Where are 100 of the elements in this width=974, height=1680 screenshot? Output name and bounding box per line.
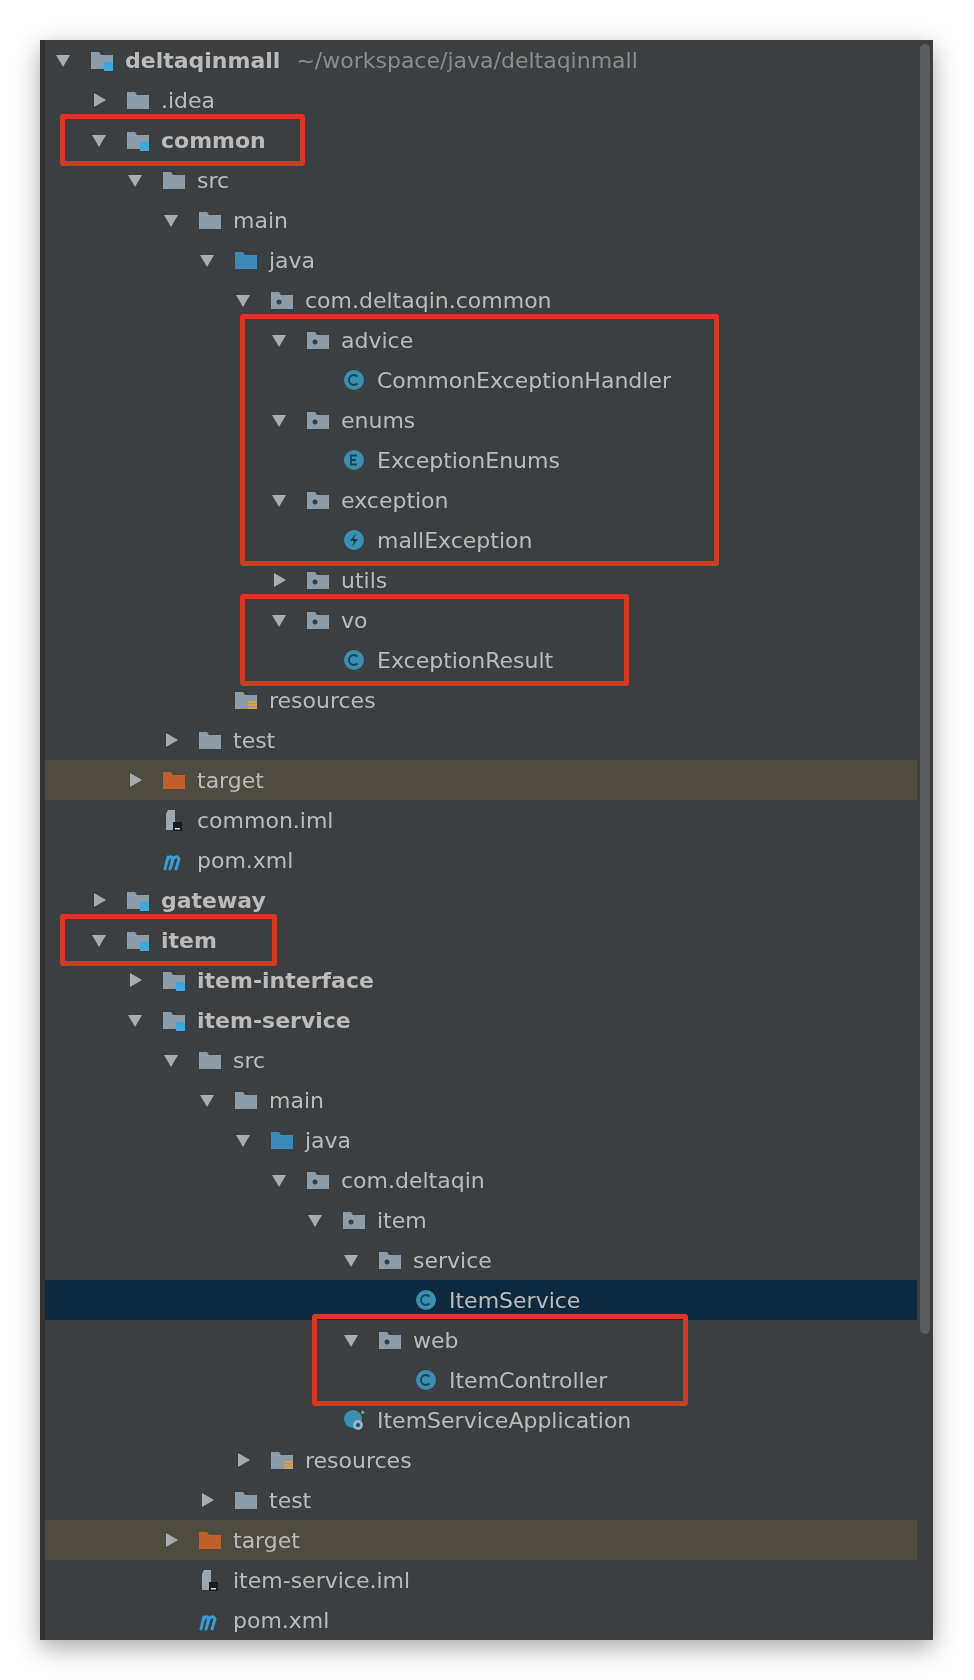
project-path: ~/workspace/java/deltaqinmall: [296, 47, 638, 73]
tree-item[interactable]: main: [45, 200, 917, 240]
tree-item[interactable]: item-service.iml: [45, 1560, 917, 1600]
lightning-icon: [342, 529, 366, 551]
folder-icon: [234, 249, 258, 271]
tree-item[interactable]: CommonExceptionHandler: [45, 360, 917, 400]
tree-item[interactable]: ItemController: [45, 1360, 917, 1400]
caret-right-icon[interactable]: [271, 572, 287, 588]
tree-item[interactable]: mallException: [45, 520, 917, 560]
tree-item[interactable]: exception: [45, 480, 917, 520]
caret-down-icon[interactable]: [199, 1092, 215, 1108]
package-folder-icon: [342, 1209, 366, 1231]
caret-down-icon[interactable]: [127, 1012, 143, 1028]
tree-item[interactable]: item-interface: [45, 960, 917, 1000]
caret-down-icon[interactable]: [235, 1132, 251, 1148]
tree-item[interactable]: ItemServiceApplication: [45, 1400, 917, 1440]
tree-item[interactable]: com.deltaqin.common: [45, 280, 917, 320]
tree-item[interactable]: src: [45, 160, 917, 200]
class-icon: [342, 649, 366, 671]
caret-right-icon[interactable]: [127, 972, 143, 988]
folder-icon: [234, 1489, 258, 1511]
caret-right-icon[interactable]: [91, 92, 107, 108]
tree-item[interactable]: ExceptionEnums: [45, 440, 917, 480]
tree-item[interactable]: common.iml: [45, 800, 917, 840]
tree-item[interactable]: src: [45, 1040, 917, 1080]
package-folder-icon: [378, 1249, 402, 1271]
folder-icon: [126, 89, 150, 111]
folder-icon: [198, 1049, 222, 1071]
tree-item[interactable]: ItemService: [45, 1280, 917, 1320]
tree-item[interactable]: advice: [45, 320, 917, 360]
tree-item[interactable]: web: [45, 1320, 917, 1360]
package-folder-icon: [306, 409, 330, 431]
caret-right-icon[interactable]: [127, 772, 143, 788]
tree-item[interactable]: utils: [45, 560, 917, 600]
caret-right-icon[interactable]: [199, 1492, 215, 1508]
folder-icon: [234, 1089, 258, 1111]
folder-icon: [198, 1529, 222, 1551]
module-folder-icon: [126, 889, 150, 911]
folder-icon: [162, 169, 186, 191]
tree-item[interactable]: main: [45, 1080, 917, 1120]
caret-down-icon[interactable]: [199, 252, 215, 268]
caret-down-icon[interactable]: [91, 132, 107, 148]
tree-item[interactable]: pom.xml: [45, 1600, 917, 1640]
caret-down-icon[interactable]: [343, 1252, 359, 1268]
module-folder-icon: [126, 129, 150, 151]
tree-item[interactable]: pom.xml: [45, 840, 917, 880]
tree-item[interactable]: java: [45, 240, 917, 280]
tree-item[interactable]: item: [45, 920, 917, 960]
tree-item[interactable]: service: [45, 1240, 917, 1280]
module-folder-icon: [162, 1009, 186, 1031]
caret-down-icon[interactable]: [163, 212, 179, 228]
tree-item[interactable]: common: [45, 120, 917, 160]
tree-item[interactable]: com.deltaqin: [45, 1160, 917, 1200]
package-folder-icon: [306, 489, 330, 511]
tree-item[interactable]: resources: [45, 680, 917, 720]
tree-item[interactable]: item: [45, 1200, 917, 1240]
tree-item[interactable]: test: [45, 1480, 917, 1520]
enum-icon: [342, 449, 366, 471]
caret-right-icon[interactable]: [163, 732, 179, 748]
caret-down-icon[interactable]: [91, 932, 107, 948]
tree-item[interactable]: target: [45, 1520, 917, 1560]
class-icon: [414, 1289, 438, 1311]
tree-item[interactable]: enums: [45, 400, 917, 440]
caret-down-icon[interactable]: [271, 1172, 287, 1188]
folder-icon: [270, 1129, 294, 1151]
caret-down-icon[interactable]: [127, 172, 143, 188]
resources-folder-icon: [234, 689, 258, 711]
class-icon: [342, 369, 366, 391]
package-folder-icon: [378, 1329, 402, 1351]
caret-down-icon[interactable]: [343, 1332, 359, 1348]
tree-item[interactable]: .idea: [45, 80, 917, 120]
package-folder-icon: [306, 329, 330, 351]
caret-down-icon[interactable]: [271, 332, 287, 348]
tree-item[interactable]: gateway: [45, 880, 917, 920]
caret-down-icon[interactable]: [235, 292, 251, 308]
caret-right-icon[interactable]: [91, 892, 107, 908]
caret-right-icon[interactable]: [235, 1452, 251, 1468]
package-folder-icon: [306, 609, 330, 631]
caret-down-icon[interactable]: [307, 1212, 323, 1228]
tree-item[interactable]: test: [45, 720, 917, 760]
tree-item[interactable]: vo: [45, 600, 917, 640]
resources-folder-icon: [270, 1449, 294, 1471]
module-folder-icon: [126, 929, 150, 951]
tree-item[interactable]: ExceptionResult: [45, 640, 917, 680]
tree-item[interactable]: target: [45, 760, 917, 800]
tree-item[interactable]: java: [45, 1120, 917, 1160]
tree-item[interactable]: resources: [45, 1440, 917, 1480]
folder-icon: [162, 769, 186, 791]
caret-down-icon[interactable]: [271, 612, 287, 628]
caret-right-icon[interactable]: [163, 1532, 179, 1548]
tree-item[interactable]: deltaqinmall ~/workspace/java/deltaqinmall: [45, 40, 917, 80]
caret-down-icon[interactable]: [271, 412, 287, 428]
package-folder-icon: [306, 569, 330, 591]
module-folder-icon: [90, 49, 114, 71]
caret-down-icon[interactable]: [163, 1052, 179, 1068]
caret-down-icon[interactable]: [271, 492, 287, 508]
class-icon: [414, 1369, 438, 1391]
class-gear-icon: [342, 1409, 366, 1431]
tree-item[interactable]: item-service: [45, 1000, 917, 1040]
caret-down-icon[interactable]: [55, 52, 71, 68]
